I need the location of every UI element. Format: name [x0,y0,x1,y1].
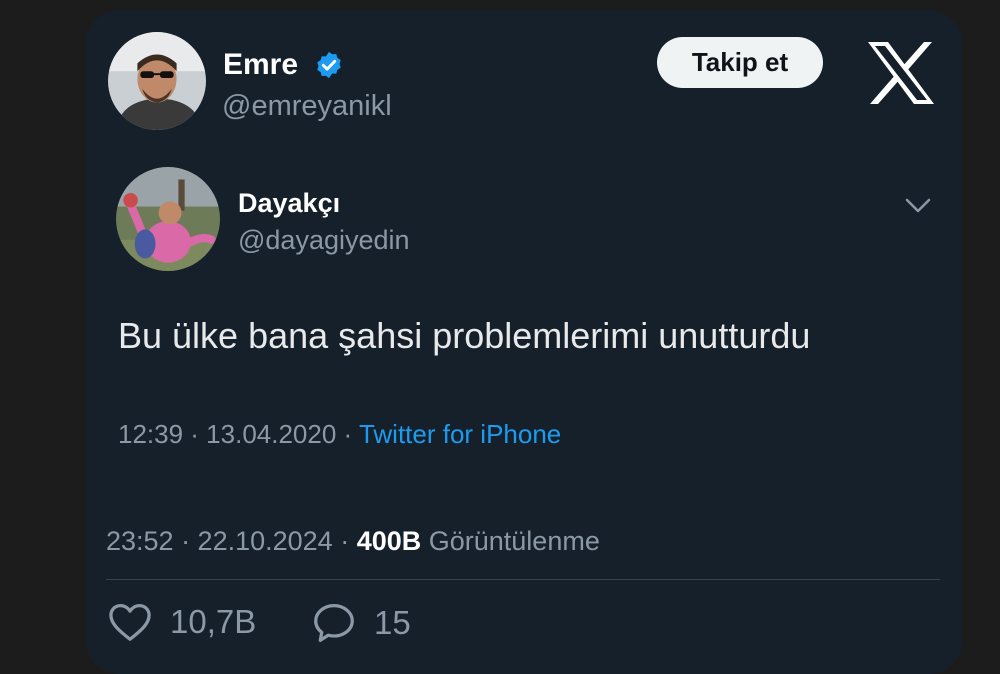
verified-badge-icon [317,51,341,79]
follow-button[interactable]: Takip et [657,37,823,88]
quoted-tweet[interactable]: Dayakçı @dayagiyedin Bu ülke bana şahsi … [108,155,940,485]
x-logo-icon[interactable] [866,40,936,106]
author-handle[interactable]: @emreyanikl [222,90,392,123]
author-avatar[interactable] [108,32,206,130]
quoted-author-name[interactable]: Dayakçı [238,188,340,219]
views-count: 400B [356,526,422,556]
like-count: 10,7B [170,603,257,640]
reply-bubble-icon [314,604,354,642]
heart-icon [109,604,151,641]
reply-count: 15 [374,604,411,641]
quoted-author-handle[interactable]: @dayagiyedin [238,225,410,256]
reply-button[interactable]: 15 [312,602,411,644]
tweet-card: Emre @emreyanikl Takip et Dayakçı @dayag… [86,10,962,674]
chevron-down-icon[interactable] [904,195,932,217]
quoted-timestamp: 12:39 · 13.04.2020 · [118,419,359,449]
quoted-source-link[interactable]: Twitter for iPhone [359,419,561,449]
quoted-tweet-meta: 12:39 · 13.04.2020 · Twitter for iPhone [118,419,561,450]
divider [106,579,940,580]
quoted-tweet-text: Bu ülke bana şahsi problemlerimi unuttur… [118,315,811,356]
like-button[interactable]: 10,7B [108,602,256,642]
tweet-timestamp[interactable]: 23:52 · 22.10.2024 · [106,526,357,556]
tweet-meta: 23:52 · 22.10.2024 · 400B Görüntülenme [106,526,600,557]
author-name[interactable]: Emre [223,48,298,82]
quoted-author-avatar[interactable] [116,167,220,271]
views-label: Görüntülenme [428,526,600,556]
